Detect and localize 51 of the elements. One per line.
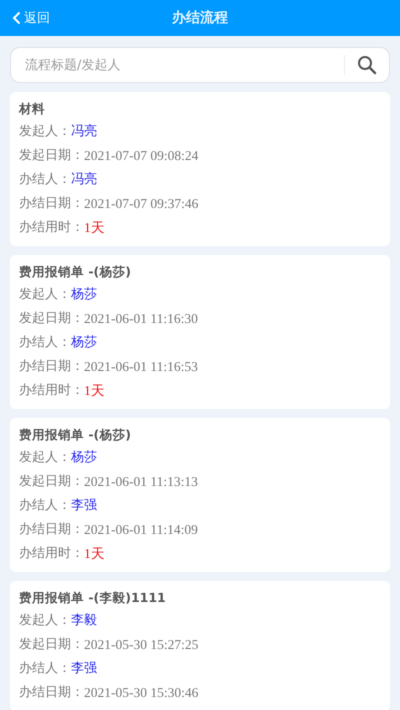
field-label: 办结人： [19,661,71,677]
field-value: 杨莎 [71,287,97,303]
field-label: 发起人： [19,613,71,629]
field-label: 发起人： [19,287,71,303]
field-value: 1天 [84,220,105,236]
field-value: 李强 [71,498,97,514]
field-value: 1天 [84,546,105,562]
record-title: 费用报销单 -(杨莎) [19,263,132,281]
field-value: 2021-07-07 09:37:46 [84,196,198,212]
field-label: 办结日期： [19,685,84,701]
record-card[interactable]: 费用报销单 -(杨莎) 发起人：杨莎 发起日期：2021-06-01 11:16:30 办结人：杨莎 办结日期：2021-06-01 11:16:53 办结用时：1天 [10,255,390,409]
record-card[interactable]: 费用报销单 -(李毅)1111 发起人：李毅 发起日期：2021-05-30 15:27:25 办结人：李强 办结日期：2021-05-30 15:30:46 [10,581,390,710]
field-label: 发起人： [19,124,71,140]
field-value: 杨莎 [71,450,97,466]
field-value: 2021-05-30 15:30:46 [84,685,198,701]
field-value: 2021-06-01 11:16:53 [84,359,198,375]
record-card[interactable]: 材料 发起人：冯亮 发起日期：2021-07-07 09:08:24 办结人：冯亮 办结日期：2021-07-07 09:37:46 办结用时：1天 [10,92,390,246]
field-label: 发起日期： [19,148,84,164]
record-title: 材料 [19,100,46,118]
field-label: 办结日期： [19,522,84,538]
search-box[interactable]: 流程标题/发起人 [10,47,390,83]
field-label: 办结人： [19,498,71,514]
field-value: 2021-07-07 09:08:24 [84,148,198,164]
field-label: 办结用时： [19,220,84,236]
field-label: 发起日期： [19,311,84,327]
field-value: 2021-06-01 11:14:09 [84,522,198,538]
field-value: 2021-06-01 11:16:30 [84,311,198,327]
record-card[interactable]: 费用报销单 -(杨莎) 发起人：杨莎 发起日期：2021-06-01 11:13:13 办结人：李强 办结日期：2021-06-01 11:14:09 办结用时：1天 [10,418,390,572]
field-value: 李强 [71,661,97,677]
field-label: 发起日期： [19,474,84,490]
record-title: 费用报销单 -(李毅)1111 [19,589,167,607]
page-title: 办结流程 [172,9,228,27]
field-value: 2021-05-30 15:27:25 [84,637,198,653]
field-label: 办结用时： [19,383,84,399]
field-label: 办结日期： [19,196,84,212]
record-title: 费用报销单 -(杨莎) [19,426,132,444]
chevron-left-icon [12,11,21,25]
field-label: 办结用时： [19,546,84,562]
field-label: 发起日期： [19,637,84,653]
field-value: 李毅 [71,613,97,629]
field-label: 办结人： [19,172,71,188]
field-value: 杨莎 [71,335,97,351]
field-value: 冯亮 [71,172,97,188]
field-label: 办结人： [19,335,71,351]
field-label: 发起人： [19,450,71,466]
field-value: 2021-06-01 11:13:13 [84,474,198,490]
field-value: 冯亮 [71,124,97,140]
search-icon[interactable] [357,55,377,75]
field-label: 办结日期： [19,359,84,375]
search-field[interactable]: 流程标题/发起人 [25,58,332,72]
field-value: 1天 [84,383,105,399]
